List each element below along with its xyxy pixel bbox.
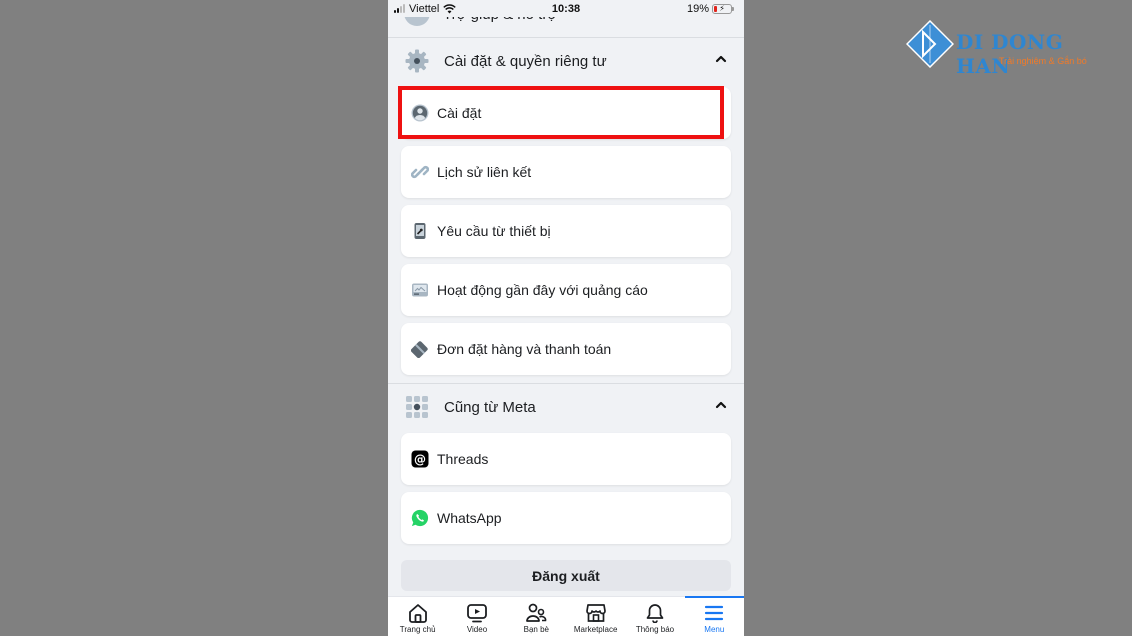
menu-item-device-requests[interactable]: Yêu cầu từ thiết bị: [401, 205, 731, 257]
menu-item-orders-payments[interactable]: Đơn đặt hàng và thanh toán: [401, 323, 731, 375]
tab-home[interactable]: Trang chủ: [388, 597, 447, 636]
settings-privacy-header[interactable]: Cài đặt & quyền riêng tư: [388, 38, 744, 84]
tab-menu[interactable]: Menu: [684, 596, 744, 636]
logout-button[interactable]: Đăng xuất: [401, 560, 731, 591]
tab-label: Thông báo: [635, 625, 675, 634]
device-request-icon: [411, 222, 429, 240]
menu-item-link-history[interactable]: Lịch sử liên kết: [401, 146, 731, 198]
signal-icon: [394, 3, 405, 13]
battery-percent: 19%: [686, 2, 709, 15]
video-icon: [467, 604, 487, 623]
menu-item-threads[interactable]: @ Threads: [401, 433, 731, 485]
tab-marketplace[interactable]: Marketplace: [566, 597, 625, 636]
tab-friends[interactable]: Bạn bè: [507, 597, 566, 636]
bottom-tab-bar: Trang chủ Video Bạn bè Marketplace Thông…: [388, 596, 744, 636]
menu-item-label: Yêu cầu từ thiết bị: [437, 223, 551, 239]
tab-label: Trang chủ: [399, 625, 436, 634]
gear-icon: [405, 49, 429, 73]
menu-item-settings[interactable]: Cài đặt: [401, 87, 731, 139]
menu-item-label: Threads: [437, 451, 489, 467]
menu-item-whatsapp[interactable]: WhatsApp: [401, 492, 731, 544]
link-icon: [411, 163, 429, 181]
tab-video[interactable]: Video: [447, 597, 506, 636]
menu-item-label: Đơn đặt hàng và thanh toán: [437, 341, 612, 357]
tab-label: Menu: [704, 625, 725, 634]
menu-item-ad-activity[interactable]: Hoạt động gần đây với quảng cáo: [401, 264, 731, 316]
status-bar: Viettel 10:38 19% ⚡: [388, 0, 744, 17]
clock: 10:38: [551, 2, 581, 15]
watermark-logo: DI DONG HAN Trải nghiệm & Gắn bó: [906, 20, 1106, 78]
bell-icon: [646, 604, 664, 623]
section-title: Cũng từ Meta: [444, 398, 536, 416]
logo-brand: DI DONG HAN: [956, 30, 1064, 78]
wifi-icon: [443, 3, 457, 13]
chevron-up-icon[interactable]: [714, 52, 728, 66]
friends-icon: [526, 603, 547, 622]
phone-screen: ! Trợ giúp & hỗ trợ Viettel 10:38 19% ⚡: [388, 0, 744, 636]
threads-icon: @: [411, 450, 429, 468]
ad-activity-icon: [411, 281, 429, 299]
battery-icon: ⚡: [712, 3, 734, 14]
section-title: Cài đặt & quyền riêng tư: [444, 52, 607, 70]
apps-grid-icon: [406, 396, 428, 418]
also-from-meta-header[interactable]: Cũng từ Meta: [388, 384, 744, 430]
menu-item-label: Cài đặt: [437, 105, 482, 121]
marketplace-icon: [585, 604, 606, 622]
home-icon: [408, 604, 427, 623]
menu-item-label: WhatsApp: [437, 510, 502, 526]
whatsapp-icon: [411, 509, 429, 527]
menu-item-label: Hoạt động gần đây với quảng cáo: [437, 282, 648, 298]
tab-notifications[interactable]: Thông báo: [625, 597, 684, 636]
tab-label: Video: [466, 625, 488, 634]
menu-icon: [705, 605, 724, 621]
menu-item-label: Lịch sử liên kết: [437, 164, 532, 180]
tab-label: Marketplace: [573, 625, 618, 634]
logo-tagline: Trải nghiệm & Gắn bó: [999, 56, 1087, 66]
chevron-up-icon[interactable]: [714, 398, 728, 412]
carrier-name: Viettel: [409, 2, 440, 15]
profile-settings-icon: [411, 104, 429, 122]
tab-label: Bạn bè: [523, 625, 549, 634]
payment-card-icon: [411, 340, 429, 358]
svg-text:@: @: [414, 453, 426, 467]
logo-diamond-icon: [906, 20, 954, 68]
